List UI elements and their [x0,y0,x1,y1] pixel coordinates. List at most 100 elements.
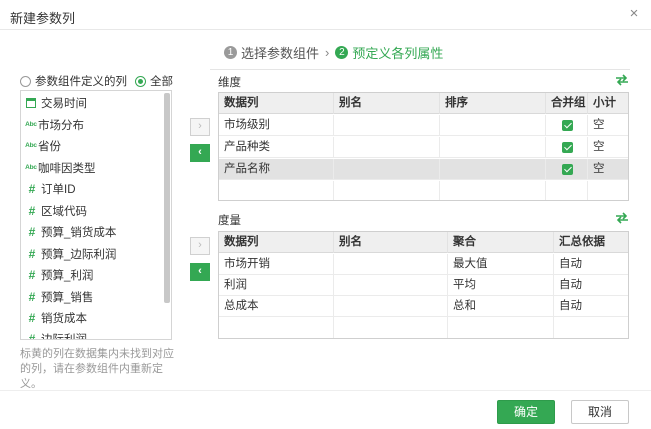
empty-cell [334,181,440,200]
subtotal-cell[interactable]: 空 [588,115,628,136]
aggregate-cell[interactable]: 总和 [448,296,554,317]
confirm-button[interactable]: 确定 [497,400,555,424]
dimensions-label: 维度 [218,77,241,89]
close-icon[interactable]: × [625,5,643,23]
remove-from-dimensions-button[interactable]: ‹ [190,144,210,162]
table-row[interactable]: 利润 平均 自动 [219,275,628,296]
aggregate-cell[interactable]: 平均 [448,275,554,296]
hash-icon: # [28,181,36,196]
cancel-button[interactable]: 取消 [571,400,629,424]
sort-cell[interactable] [440,159,546,180]
sort-cell[interactable] [440,115,546,136]
alias-cell[interactable] [334,159,440,180]
alias-cell[interactable] [334,296,448,317]
column-header: 排序 [440,93,546,114]
table-row[interactable]: 市场级别 空 [219,115,628,136]
measures-label: 度量 [218,215,241,227]
hash-icon: # [28,310,36,325]
alias-cell[interactable] [334,275,448,296]
sort-cell[interactable] [440,137,546,158]
table-row[interactable]: 产品名称 空 [219,159,628,180]
field-item[interactable]: Abc 咖啡因类型 [21,157,161,178]
hash-icon: # [28,203,36,218]
step-2-label[interactable]: 预定义各列属性 [352,43,443,62]
field-item-label: 预算_销货成本 [41,226,117,239]
aggregate-cell[interactable]: 最大值 [448,254,554,275]
calendar-icon [26,97,36,108]
alias-cell[interactable] [334,254,448,275]
field-item[interactable]: Abc 省份 [21,135,161,156]
field-item-label: 边际利润 [41,333,87,340]
empty-cell [219,181,334,200]
hash-icon: # [28,267,36,282]
field-item[interactable]: # 区域代码 [21,200,161,221]
add-to-measures-button[interactable]: › [190,237,210,255]
field-item[interactable]: Abc 市场分布 [21,114,161,135]
abc-icon: Abc [25,121,37,128]
column-header: 聚合 [448,232,554,253]
dimensions-table: 数据列 别名 排序 合并组 小计 市场级别 空 产品种类 空 产品名称 空 [218,92,629,201]
add-to-dimensions-button[interactable]: › [190,118,210,136]
field-item-label: 咖啡因类型 [38,162,96,175]
field-list: 交易时间 Abc 市场分布 Abc 省份 Abc 咖啡因类型 # 订单ID # … [20,90,172,340]
merge-cell [546,115,588,136]
field-item[interactable]: # 边际利润 [21,328,161,340]
footer-divider [0,390,651,391]
source-radio-group: 参数组件定义的列 全部 [20,73,181,89]
dimensions-table-header: 数据列 别名 排序 合并组 小计 [219,93,628,114]
field-item[interactable]: # 预算_利润 [21,264,161,285]
summary-basis-cell[interactable]: 自动 [554,254,628,275]
field-item-label: 销货成本 [41,312,87,325]
column-header: 合并组 [546,93,588,114]
empty-cell [440,181,546,200]
field-item[interactable]: 交易时间 [21,92,161,113]
chevron-right-icon: › [325,44,330,60]
column-header: 小计 [593,97,616,109]
column-header: 汇总依据 [559,236,605,248]
subtotal-cell[interactable]: 空 [588,137,628,158]
field-item-label: 预算_利润 [41,269,94,282]
alias-cell[interactable] [334,137,440,158]
field-item[interactable]: # 预算_销售 [21,286,161,307]
step-1-label[interactable]: 选择参数组件 [241,43,319,62]
table-row-empty [219,181,628,200]
column-header: 数据列 [219,93,334,114]
field-item-label: 交易时间 [41,97,87,110]
table-row[interactable]: 总成本 总和 自动 [219,296,628,317]
dialog-titlebar: 新建参数列 × [0,0,651,30]
abc-icon: Abc [25,164,37,171]
table-row[interactable]: 市场开销 最大值 自动 [219,254,628,275]
remove-from-measures-button[interactable]: ‹ [190,263,210,281]
merge-checkbox[interactable] [562,164,573,175]
merge-checkbox[interactable] [562,142,573,153]
summary-basis-cell[interactable]: 自动 [554,296,628,317]
empty-cell [219,317,334,338]
field-item-label: 市场分布 [38,119,84,132]
step-2-number: 2 [335,45,349,59]
subtotal-cell[interactable]: 空 [588,159,628,180]
swap-icon[interactable] [615,74,629,86]
field-item[interactable]: # 销货成本 [21,307,161,328]
field-list-scrollbar[interactable] [164,93,170,303]
radio-all[interactable] [135,75,146,87]
field-item-label: 预算_销售 [41,291,94,304]
alias-cell[interactable] [334,115,440,136]
measures-table-header: 数据列 别名 聚合 汇总依据 [219,232,628,253]
radio-defined-columns-label[interactable]: 参数组件定义的列 [35,73,127,89]
field-item[interactable]: # 订单ID [21,178,161,199]
summary-basis-cell[interactable]: 自动 [554,275,628,296]
radio-defined-columns[interactable] [20,75,31,87]
missing-column-hint: 标黄的列在数据集内未找到对应的列，请在参数组件内重新定义。 [20,348,174,390]
field-item[interactable]: # 预算_销货成本 [21,221,161,242]
dialog-title: 新建参数列 [10,11,76,26]
merge-checkbox[interactable] [562,120,573,131]
radio-all-label[interactable]: 全部 [150,73,173,89]
empty-cell [546,181,588,200]
merge-cell [546,159,588,180]
table-row[interactable]: 产品种类 空 [219,137,628,158]
field-item[interactable]: # 预算_边际利润 [21,243,161,264]
abc-icon: Abc [25,142,37,149]
swap-icon[interactable] [615,212,629,224]
hash-icon: # [28,224,36,239]
field-cell: 利润 [219,275,334,296]
